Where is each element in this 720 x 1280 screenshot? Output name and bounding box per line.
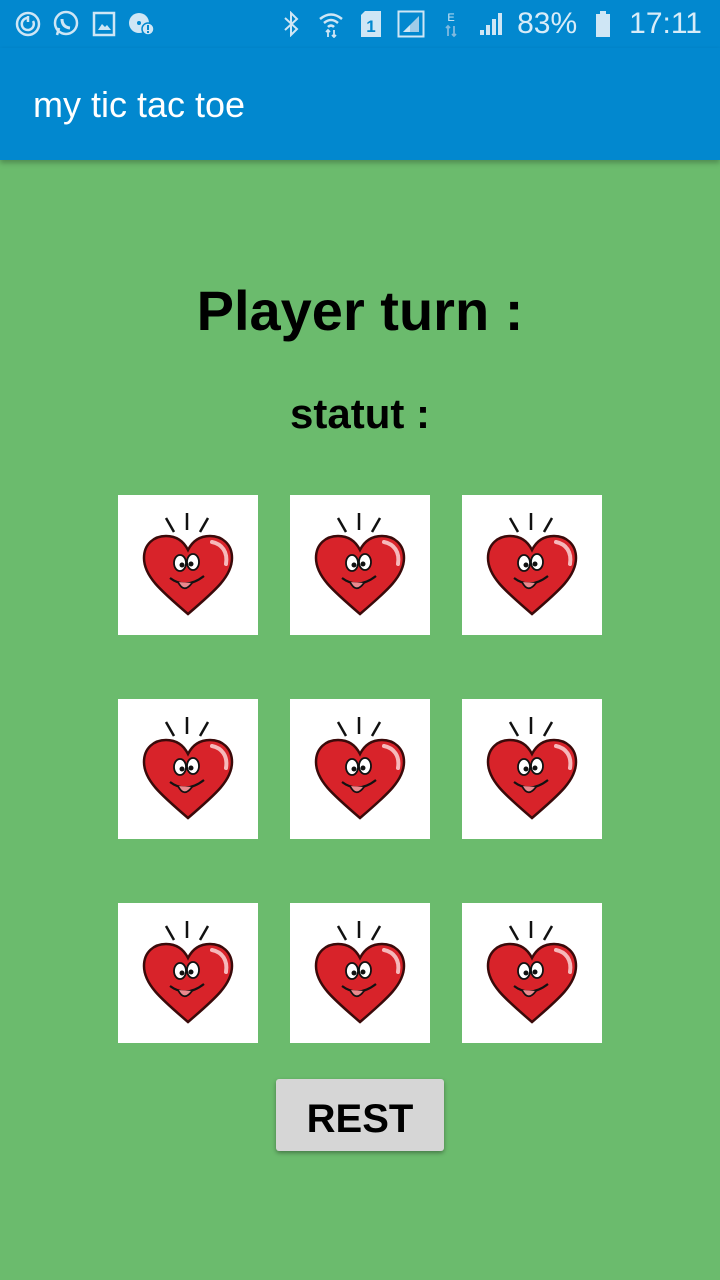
heart-face-icon [486, 513, 578, 616]
svg-text:E: E [447, 12, 454, 24]
heart-face-icon [142, 513, 234, 616]
board-cell-3[interactable] [462, 495, 602, 635]
battery-percent: 83% [517, 7, 578, 40]
board-cell-5[interactable] [290, 699, 430, 839]
sim-1-icon: 1 [357, 10, 385, 38]
board-cell-2[interactable] [290, 495, 430, 635]
board-cell-8[interactable] [290, 903, 430, 1043]
heart-face-icon [142, 921, 234, 1024]
edge-data-icon: E [437, 10, 465, 38]
app-bar: my tic tac toe [0, 48, 720, 160]
heart-face-icon [486, 921, 578, 1024]
board-cell-1[interactable] [118, 495, 258, 635]
board-cell-6[interactable] [462, 699, 602, 839]
board-cell-7[interactable] [118, 903, 258, 1043]
heart-face-icon [314, 513, 406, 616]
heart-face-icon [314, 921, 406, 1024]
heart-face-icon [486, 717, 578, 820]
status-bar: 1 E 83% 17:11 [0, 0, 720, 48]
sync-icon [14, 10, 42, 38]
signal-icon [477, 10, 505, 38]
reset-button[interactable]: REST [276, 1079, 444, 1151]
whatsapp-icon [52, 10, 80, 38]
status-label: statut : [290, 390, 430, 437]
board-cell-4[interactable] [118, 699, 258, 839]
wifi-icon [317, 10, 345, 38]
heart-face-icon [142, 717, 234, 820]
svg-text:1: 1 [366, 17, 375, 36]
battery-icon [589, 10, 617, 38]
signal-box-icon [397, 10, 425, 38]
heart-face-icon [314, 717, 406, 820]
app-title: my tic tac toe [33, 84, 246, 125]
player-turn-label: Player turn : [196, 279, 524, 342]
gallery-icon [90, 10, 118, 38]
board-cell-9[interactable] [462, 903, 602, 1043]
clock: 17:11 [629, 7, 702, 40]
alert-disc-icon [128, 10, 156, 38]
bluetooth-icon [277, 10, 305, 38]
